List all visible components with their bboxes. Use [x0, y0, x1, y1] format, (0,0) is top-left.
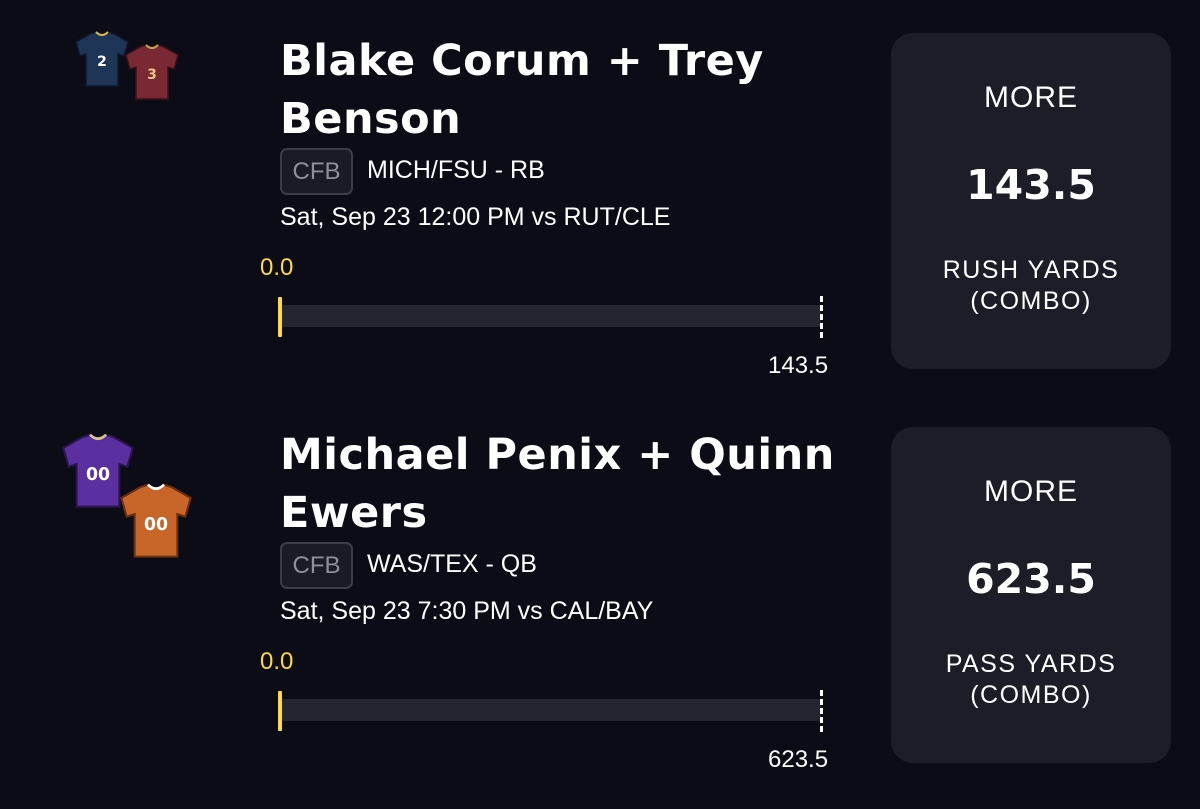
- stat-type-line: PASS YARDS: [945, 650, 1117, 678]
- direction-label: MORE: [984, 81, 1078, 114]
- pick-row[interactable]: 00 00 Michael Penix + Quinn Ewers CFB WA…: [0, 394, 1200, 788]
- player-name: Blake Corum + Trey Benson: [280, 36, 764, 144]
- progress-marker: [278, 691, 282, 731]
- stat-type-qualifier: (COMBO): [970, 681, 1092, 709]
- current-value: 0.0: [260, 648, 294, 675]
- direction-label: MORE: [984, 475, 1078, 508]
- matchup-text: WAS/TEX - QB: [367, 550, 537, 578]
- stat-type-qualifier: (COMBO): [970, 287, 1092, 315]
- game-time: Sat, Sep 23 7:30 PM vs CAL/BAY: [280, 597, 654, 625]
- jersey-number: 2: [97, 54, 107, 70]
- stat-type: RUSH YARDS (COMBO): [891, 255, 1171, 317]
- progress-track: [281, 699, 821, 721]
- league-badge: CFB: [280, 148, 353, 195]
- projection-card[interactable]: MORE 143.5 RUSH YARDS (COMBO): [891, 33, 1171, 369]
- stat-type-line: RUSH YARDS: [942, 256, 1120, 284]
- progress-track: [281, 305, 821, 327]
- line-value: 623.5: [966, 555, 1096, 603]
- projection-card[interactable]: MORE 623.5 PASS YARDS (COMBO): [891, 427, 1171, 763]
- jersey-icon: 3: [122, 42, 182, 104]
- league-badge: CFB: [280, 542, 353, 589]
- jersey-number: 3: [147, 67, 157, 83]
- current-value: 0.0: [260, 254, 294, 281]
- target-value: 143.5: [768, 352, 829, 379]
- jersey-number: 00: [86, 465, 110, 485]
- jersey-icon: 00: [116, 482, 196, 562]
- target-line: [820, 690, 823, 732]
- progress-marker: [278, 297, 282, 337]
- matchup-text: MICH/FSU - RB: [367, 156, 545, 184]
- stat-type: PASS YARDS (COMBO): [891, 649, 1171, 711]
- jersey-number: 00: [144, 515, 168, 535]
- line-value: 143.5: [966, 161, 1096, 209]
- target-value: 623.5: [768, 746, 829, 773]
- player-name: Michael Penix + Quinn Ewers: [280, 430, 835, 538]
- game-time: Sat, Sep 23 12:00 PM vs RUT/CLE: [280, 203, 671, 231]
- target-line: [820, 296, 823, 338]
- pick-row[interactable]: 2 3 Blake Corum + Trey Benson CFB MICH/F…: [0, 0, 1200, 394]
